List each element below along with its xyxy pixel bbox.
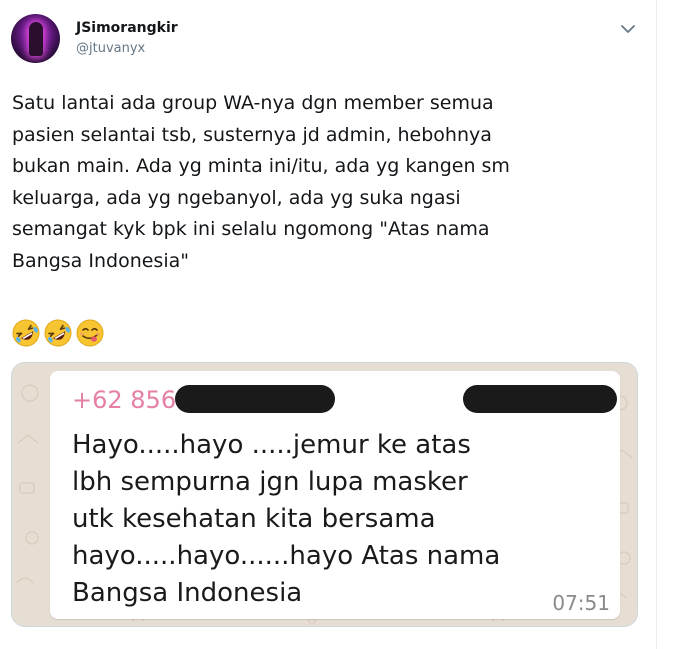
face-savoring-food-emoji-icon — [76, 319, 104, 347]
rolling-on-floor-laughing-emoji-icon — [12, 319, 40, 347]
sender-number: +62 856 — [72, 386, 177, 414]
emoji-row — [11, 318, 105, 348]
chevron-down-icon — [621, 25, 635, 33]
tweet-text: Satu lantai ada group WA-nya dgn member … — [12, 92, 510, 272]
tweet-card: JSimorangkir @jtuvanyx Satu lantai ada g… — [0, 0, 657, 649]
whatsapp-screenshot-media[interactable]: +62 856 Hayo.....hayo .....jemur ke atas… — [11, 362, 638, 627]
message-text: Hayo.....hayo .....jemur ke atas lbh sem… — [72, 430, 501, 608]
author-handle[interactable]: @jtuvanyx — [76, 41, 145, 57]
redaction-mark — [175, 385, 335, 413]
author-name[interactable]: JSimorangkir — [76, 19, 178, 37]
message-bubble: +62 856 Hayo.....hayo .....jemur ke atas… — [50, 371, 620, 619]
redaction-mark — [463, 385, 617, 413]
message-time: 07:51 — [552, 591, 610, 615]
tweet-menu-button[interactable] — [618, 20, 638, 38]
avatar[interactable] — [11, 14, 60, 63]
avatar-figure — [29, 22, 43, 56]
rolling-on-floor-laughing-emoji-icon — [44, 319, 72, 347]
